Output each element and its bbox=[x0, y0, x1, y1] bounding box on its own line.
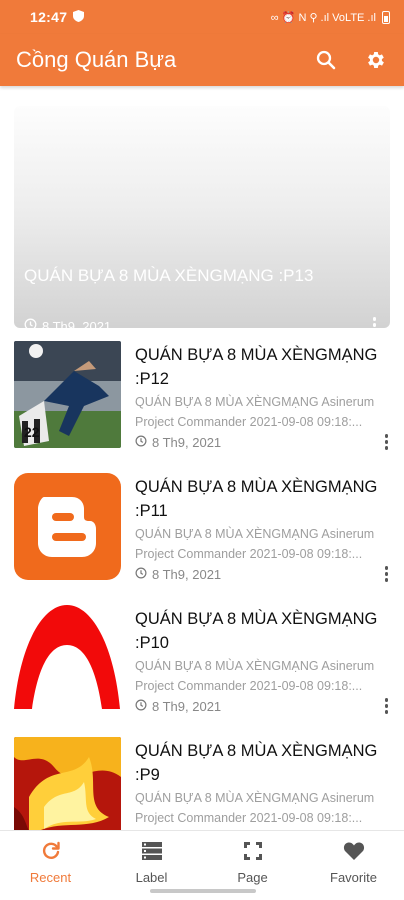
nav-label-label: Label bbox=[135, 870, 168, 885]
post-excerpt-line: QUÁN BỰA 8 MÙA XÈNGMẠNG Asinerum bbox=[135, 791, 375, 805]
post-date: 8 Th9, 2021 bbox=[152, 567, 222, 582]
post-meta: 8 Th9, 2021 bbox=[135, 699, 221, 714]
nav-favorite-label: Favorite bbox=[330, 870, 377, 885]
post-item[interactable]: 22 QUÁN BỰA 8 MÙA XÈNGMẠNG :P12 QUÁN BỰA… bbox=[14, 341, 390, 451]
post-item[interactable]: QUÁN BỰA 8 MÙA XÈNGMẠNG :P10 QUÁN BỰA 8 … bbox=[14, 605, 390, 715]
post-meta: 8 Th9, 2021 bbox=[135, 567, 221, 582]
status-indicators: ∞ ⏰ N ⚲ .ıl VoLTE .ıl bbox=[270, 10, 390, 24]
home-indicator[interactable] bbox=[150, 889, 256, 893]
more-vert-icon[interactable] bbox=[384, 566, 388, 582]
post-date: 8 Th9, 2021 bbox=[152, 699, 222, 714]
post-excerpt-line: QUÁN BỰA 8 MÙA XÈNGMẠNG Asinerum bbox=[135, 527, 375, 541]
featured-post-card[interactable]: QUÁN BỰA 8 MÙA XÈNGMẠNG :P13 8 Th9, 2021 bbox=[14, 106, 390, 328]
status-icons-text: ∞ ⏰ N ⚲ .ıl VoLTE .ıl bbox=[270, 11, 376, 24]
more-vert-icon[interactable] bbox=[372, 317, 376, 328]
post-meta: 8 Th9, 2021 bbox=[135, 435, 221, 450]
more-vert-icon[interactable] bbox=[384, 434, 388, 450]
clock-icon bbox=[135, 699, 147, 714]
post-excerpt-line: QUÁN BỰA 8 MÙA XÈNGMẠNG Asinerum bbox=[135, 395, 375, 409]
refresh-icon bbox=[41, 841, 61, 866]
post-title[interactable]: QUÁN BỰA 8 MÙA XÈNGMẠNG :P11 bbox=[135, 475, 385, 523]
nav-favorite[interactable]: Favorite bbox=[303, 831, 404, 900]
nav-recent[interactable]: Recent bbox=[0, 831, 101, 900]
fullscreen-icon bbox=[243, 841, 263, 866]
status-time: 12:47 bbox=[30, 9, 68, 25]
app-bar: Cồng Quán Bựa bbox=[0, 34, 404, 86]
post-date: 8 Th9, 2021 bbox=[152, 435, 222, 450]
post-excerpt-line: Project Commander 2021-09-08 09:18:... bbox=[135, 811, 363, 825]
post-excerpt-line: QUÁN BỰA 8 MÙA XÈNGMẠNG Asinerum bbox=[135, 659, 375, 673]
featured-post-date: 8 Th9, 2021 bbox=[42, 318, 112, 329]
post-excerpt-line: Project Commander 2021-09-08 09:18:... bbox=[135, 679, 363, 693]
post-thumbnail[interactable] bbox=[14, 605, 121, 712]
storage-icon bbox=[141, 841, 163, 866]
post-item[interactable]: QUÁN BỰA 8 MÙA XÈNGMẠNG :P9 QUÁN BỰA 8 M… bbox=[14, 737, 390, 830]
post-excerpt: QUÁN BỰA 8 MÙA XÈNGMẠNG Asinerum Project… bbox=[135, 656, 390, 696]
post-list: QUÁN BỰA 8 MÙA XÈNGMẠNG :P13 8 Th9, 2021 bbox=[0, 86, 404, 830]
post-item[interactable]: QUÁN BỰA 8 MÙA XÈNGMẠNG :P11 QUÁN BỰA 8 … bbox=[14, 473, 390, 583]
gear-icon[interactable] bbox=[364, 48, 388, 72]
post-excerpt-line: Project Commander 2021-09-08 09:18:... bbox=[135, 547, 363, 561]
post-excerpt: QUÁN BỰA 8 MÙA XÈNGMẠNG Asinerum Project… bbox=[135, 524, 390, 564]
clock-icon bbox=[24, 318, 37, 328]
post-thumbnail[interactable] bbox=[14, 737, 121, 830]
nav-page-label: Page bbox=[237, 870, 268, 885]
post-title[interactable]: QUÁN BỰA 8 MÙA XÈNGMẠNG :P9 bbox=[135, 739, 385, 787]
post-title[interactable]: QUÁN BỰA 8 MÙA XÈNGMẠNG :P12 bbox=[135, 343, 385, 391]
post-excerpt: QUÁN BỰA 8 MÙA XÈNGMẠNG Asinerum Project… bbox=[135, 392, 390, 432]
more-vert-icon[interactable] bbox=[384, 698, 388, 714]
post-thumbnail[interactable]: 22 bbox=[14, 341, 121, 448]
featured-post-meta: 8 Th9, 2021 bbox=[24, 318, 111, 328]
battery-icon bbox=[382, 10, 390, 24]
app-title: Cồng Quán Bựa bbox=[16, 47, 177, 72]
status-bar: 12:47 ∞ ⏰ N ⚲ .ıl VoLTE .ıl bbox=[0, 0, 404, 34]
post-thumbnail[interactable] bbox=[14, 473, 121, 580]
post-title[interactable]: QUÁN BỰA 8 MÙA XÈNGMẠNG :P10 bbox=[135, 607, 385, 655]
svg-text:22: 22 bbox=[24, 424, 40, 440]
post-excerpt-line: Project Commander 2021-09-08 09:18:... bbox=[135, 415, 363, 429]
featured-post-title[interactable]: QUÁN BỰA 8 MÙA XÈNGMẠNG :P13 bbox=[24, 266, 313, 286]
clock-icon bbox=[135, 567, 147, 582]
search-icon[interactable] bbox=[314, 48, 338, 72]
clock-icon bbox=[135, 435, 147, 450]
heart-icon bbox=[343, 841, 365, 866]
nav-recent-label: Recent bbox=[29, 870, 72, 885]
post-excerpt: QUÁN BỰA 8 MÙA XÈNGMẠNG Asinerum Project… bbox=[135, 788, 390, 828]
shield-icon bbox=[73, 9, 85, 25]
